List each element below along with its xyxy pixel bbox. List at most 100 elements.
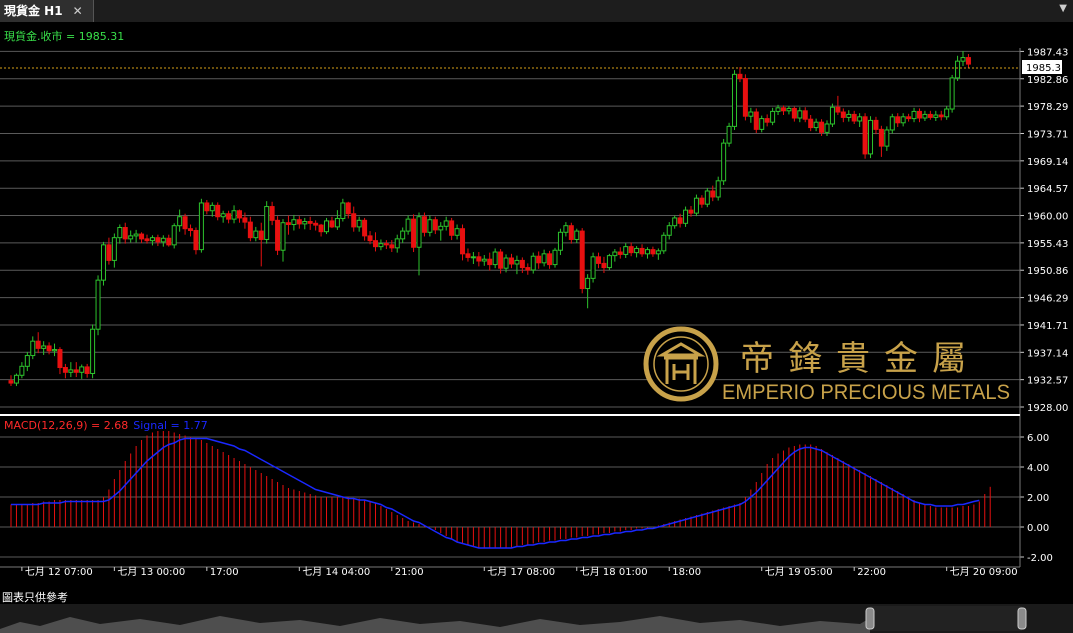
candle-body bbox=[791, 107, 797, 119]
candle-body bbox=[421, 216, 427, 233]
candle-body bbox=[35, 340, 41, 349]
candle-body bbox=[927, 113, 933, 118]
candle-body bbox=[851, 113, 857, 122]
candle-body bbox=[122, 227, 128, 240]
candle-body bbox=[362, 219, 368, 237]
time-tick-label: 七月 20 09:00 bbox=[950, 566, 1018, 578]
time-axis[interactable]: 七月 12 07:00 七月 13 00:00 17:00 七月 14 04:00 21… bbox=[21, 566, 1018, 578]
candle-body bbox=[182, 216, 188, 230]
macd-tick-label: 0.00 bbox=[1027, 523, 1049, 534]
candle-body bbox=[878, 128, 884, 147]
candle-body bbox=[525, 267, 531, 271]
watermark: 帝鋒貴金屬 EMPERIO PRECIOUS METALS bbox=[643, 326, 1010, 404]
candle-body bbox=[628, 246, 634, 254]
scrollbar-left-handle[interactable] bbox=[865, 607, 875, 630]
candle-body bbox=[585, 277, 591, 290]
candle-body bbox=[465, 253, 471, 258]
watermark-chinese: 帝鋒貴金屬 bbox=[740, 339, 980, 379]
candle-body bbox=[171, 225, 177, 246]
candle-body bbox=[416, 216, 422, 248]
candle-body bbox=[726, 125, 732, 144]
candle-body bbox=[797, 110, 803, 119]
candle-body bbox=[389, 244, 395, 249]
candle-body bbox=[568, 225, 574, 240]
candle-body bbox=[285, 222, 291, 226]
candle-body bbox=[198, 202, 204, 251]
candle-body bbox=[884, 129, 890, 147]
candle-body bbox=[786, 107, 792, 112]
candle-body bbox=[688, 209, 694, 214]
watermark-english: EMPERIO PRECIOUS METALS bbox=[722, 381, 1010, 404]
candle-body bbox=[634, 247, 640, 254]
candle-body bbox=[808, 118, 814, 129]
candle-body bbox=[280, 222, 286, 251]
candle-body bbox=[748, 111, 754, 117]
candle-body bbox=[253, 230, 259, 239]
candle-body bbox=[334, 218, 340, 228]
candle-body bbox=[508, 257, 514, 265]
price-tick-label: 1987.43 bbox=[1027, 47, 1068, 58]
candle-body bbox=[770, 110, 776, 123]
candle-body bbox=[155, 237, 161, 243]
candle-body bbox=[944, 108, 950, 118]
candle-body bbox=[46, 345, 52, 352]
candle-body bbox=[780, 107, 786, 112]
candle-body bbox=[220, 213, 226, 218]
tab-chart[interactable]: 現貨金 H1 ✕ bbox=[0, 0, 94, 22]
candle-body bbox=[470, 256, 476, 259]
candle-body bbox=[275, 219, 281, 251]
scrollbar-right-handle[interactable] bbox=[1017, 607, 1027, 630]
candle-body bbox=[574, 230, 580, 240]
candle-body bbox=[476, 256, 482, 262]
candle-body bbox=[895, 116, 901, 124]
candle-body bbox=[835, 106, 841, 113]
candle-body bbox=[617, 251, 623, 255]
candle-body bbox=[383, 243, 389, 246]
candle-body bbox=[933, 114, 939, 118]
candle-body bbox=[166, 237, 172, 246]
chart-background bbox=[0, 22, 1073, 604]
candle-body bbox=[84, 366, 90, 374]
candle-body bbox=[721, 142, 727, 182]
candle-body bbox=[41, 345, 47, 349]
chevron-down-icon[interactable]: ▼ bbox=[1059, 3, 1067, 14]
candle-body bbox=[596, 256, 602, 264]
candle-body bbox=[655, 250, 661, 255]
price-tick-label: 1964.57 bbox=[1027, 184, 1068, 195]
scrollbar-thumb[interactable] bbox=[870, 606, 1022, 631]
chart-area[interactable]: 1987.43 1982.86 1978.29 1973.71 1969.14 1964.… bbox=[0, 22, 1073, 604]
candle-body bbox=[372, 240, 378, 248]
candle-body bbox=[889, 116, 895, 131]
candle-body bbox=[715, 180, 721, 198]
candle-body bbox=[960, 57, 966, 62]
candle-body bbox=[454, 228, 460, 236]
candle-body bbox=[955, 60, 961, 79]
candle-body bbox=[139, 233, 145, 240]
candle-body bbox=[193, 229, 199, 251]
candle-body bbox=[95, 279, 101, 330]
candle-body bbox=[302, 221, 308, 225]
price-tick-label: 1941.71 bbox=[1027, 321, 1068, 332]
candle-body bbox=[857, 116, 863, 122]
candle-body bbox=[73, 369, 79, 373]
candle-body bbox=[351, 213, 357, 228]
candle-body bbox=[824, 123, 830, 133]
candle-body bbox=[19, 365, 25, 376]
candle-body bbox=[530, 255, 536, 271]
candle-body bbox=[819, 121, 825, 133]
candle-body bbox=[57, 349, 63, 369]
candle-body bbox=[759, 118, 765, 130]
close-icon[interactable]: ✕ bbox=[73, 4, 83, 18]
candle-body bbox=[149, 237, 155, 242]
candle-body bbox=[378, 243, 384, 248]
candle-body bbox=[949, 77, 955, 110]
candle-body bbox=[704, 190, 710, 205]
candle-body bbox=[487, 258, 493, 266]
candle-body bbox=[492, 251, 498, 266]
price-tick-label: 1937.14 bbox=[1027, 348, 1068, 359]
candle-body bbox=[661, 234, 667, 252]
candle-body bbox=[938, 114, 944, 118]
chart-scrollbar[interactable] bbox=[0, 604, 1073, 633]
candle-body bbox=[144, 238, 150, 242]
price-tick-label: 1969.14 bbox=[1027, 157, 1068, 168]
